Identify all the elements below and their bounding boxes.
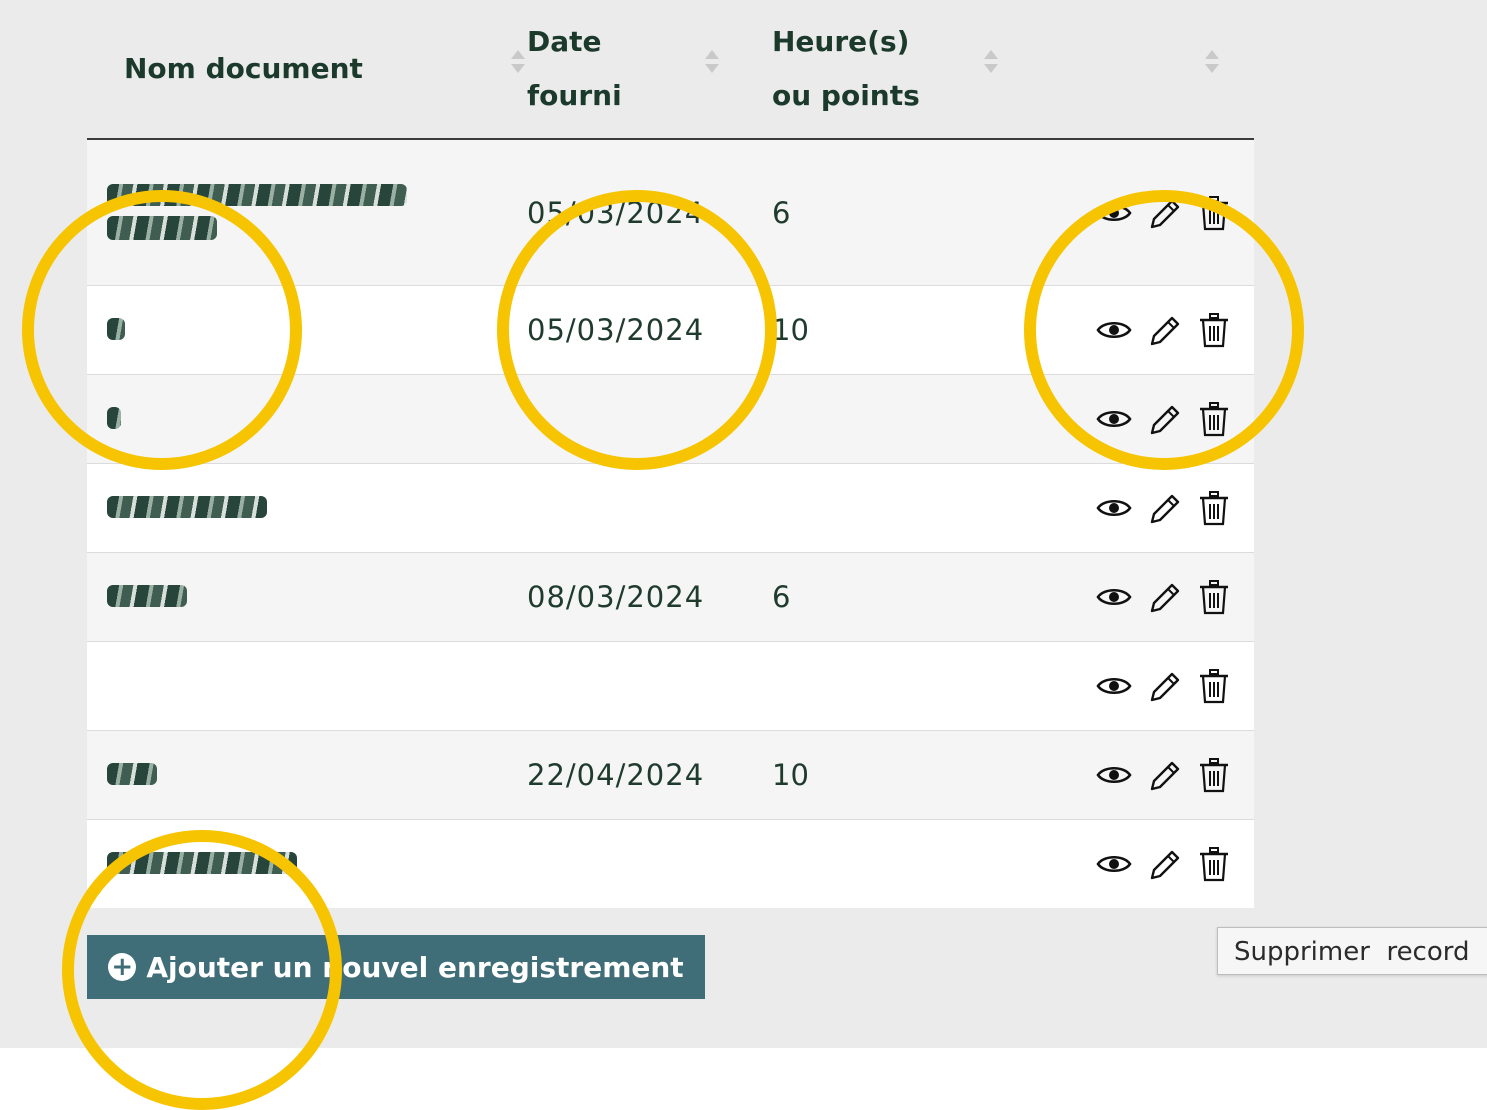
trash-icon[interactable] bbox=[1194, 399, 1234, 439]
date-cell bbox=[527, 463, 772, 553]
row-actions bbox=[994, 819, 1254, 908]
sort-icon[interactable] bbox=[511, 50, 525, 76]
plus-circle-icon: + bbox=[108, 953, 137, 981]
eye-icon[interactable] bbox=[1094, 193, 1134, 233]
redacted-document-name bbox=[107, 585, 187, 607]
date-header-line1: Date bbox=[527, 25, 602, 58]
date-cell: 05/03/2024 bbox=[527, 285, 772, 375]
eye-icon[interactable] bbox=[1094, 755, 1134, 795]
redacted-document-name bbox=[107, 215, 217, 240]
points-cell bbox=[772, 641, 994, 731]
date-cell: 08/03/2024 bbox=[527, 552, 772, 642]
column-header-actions[interactable] bbox=[994, 0, 1254, 140]
pencil-icon[interactable] bbox=[1144, 755, 1184, 795]
eye-icon[interactable] bbox=[1094, 310, 1134, 350]
column-header-points-label: Heure(s) ou points bbox=[772, 15, 920, 123]
redacted-document-name bbox=[107, 496, 267, 518]
trash-icon[interactable] bbox=[1194, 193, 1234, 233]
column-header-date[interactable]: Date fourni bbox=[527, 0, 772, 140]
document-name-cell bbox=[87, 819, 527, 908]
pencil-icon[interactable] bbox=[1144, 310, 1184, 350]
trash-icon[interactable] bbox=[1194, 666, 1234, 706]
table-row: 05/03/2024 10 bbox=[87, 285, 1254, 375]
trash-icon[interactable] bbox=[1194, 844, 1234, 884]
points-cell bbox=[772, 374, 994, 464]
points-cell: 6 bbox=[772, 138, 994, 286]
pencil-icon[interactable] bbox=[1144, 577, 1184, 617]
row-actions bbox=[994, 730, 1254, 820]
redacted-document-name bbox=[107, 763, 157, 785]
points-cell: 10 bbox=[772, 285, 994, 375]
table-row bbox=[87, 463, 1254, 553]
eye-icon[interactable] bbox=[1094, 577, 1134, 617]
table-header-row: Nom document Date fourni Heure(s) ou poi… bbox=[87, 0, 1254, 140]
table-row bbox=[87, 819, 1254, 908]
column-header-date-label: Date fourni bbox=[527, 15, 622, 123]
pencil-icon[interactable] bbox=[1144, 399, 1184, 439]
delete-tooltip: Supprimer record bbox=[1217, 927, 1487, 975]
date-cell bbox=[527, 641, 772, 731]
points-cell bbox=[772, 819, 994, 908]
row-actions bbox=[994, 138, 1254, 286]
eye-icon[interactable] bbox=[1094, 488, 1134, 528]
row-actions bbox=[994, 641, 1254, 731]
date-cell: 22/04/2024 bbox=[527, 730, 772, 820]
eye-icon[interactable] bbox=[1094, 399, 1134, 439]
trash-icon[interactable] bbox=[1194, 310, 1234, 350]
eye-icon[interactable] bbox=[1094, 844, 1134, 884]
table-row: 22/04/2024 10 bbox=[87, 730, 1254, 820]
column-header-name[interactable]: Nom document bbox=[87, 0, 527, 140]
document-name-cell bbox=[87, 138, 527, 286]
row-actions bbox=[994, 374, 1254, 464]
points-header-line1: Heure(s) bbox=[772, 25, 910, 58]
sort-icon[interactable] bbox=[705, 50, 719, 76]
row-actions bbox=[994, 552, 1254, 642]
points-cell: 10 bbox=[772, 730, 994, 820]
trash-icon[interactable] bbox=[1194, 488, 1234, 528]
document-name-cell bbox=[87, 285, 527, 375]
table-row bbox=[87, 374, 1254, 464]
document-name-cell bbox=[87, 730, 527, 820]
date-cell bbox=[527, 819, 772, 908]
trash-icon[interactable] bbox=[1194, 577, 1234, 617]
trash-icon[interactable] bbox=[1194, 755, 1234, 795]
add-record-label: Ajouter un nouvel enregistrement bbox=[146, 950, 684, 984]
column-header-name-label: Nom document bbox=[124, 52, 363, 85]
redacted-document-name bbox=[107, 852, 297, 874]
document-name-cell bbox=[87, 552, 527, 642]
pencil-icon[interactable] bbox=[1144, 666, 1184, 706]
date-cell: 05/03/2024 bbox=[527, 138, 772, 286]
row-actions bbox=[994, 463, 1254, 553]
document-name-cell bbox=[87, 463, 527, 553]
date-header-line2: fourni bbox=[527, 79, 622, 112]
pencil-icon[interactable] bbox=[1144, 193, 1184, 233]
table-row bbox=[87, 641, 1254, 731]
add-record-button[interactable]: + Ajouter un nouvel enregistrement bbox=[87, 935, 705, 999]
table-row: 08/03/2024 6 bbox=[87, 552, 1254, 642]
date-cell bbox=[527, 374, 772, 464]
documents-table: Nom document Date fourni Heure(s) ou poi… bbox=[87, 0, 1254, 908]
points-cell: 6 bbox=[772, 552, 994, 642]
row-actions bbox=[994, 285, 1254, 375]
sort-icon[interactable] bbox=[1205, 50, 1219, 76]
column-header-points[interactable]: Heure(s) ou points bbox=[772, 0, 998, 140]
redacted-document-name bbox=[107, 318, 125, 340]
points-cell bbox=[772, 463, 994, 553]
pencil-icon[interactable] bbox=[1144, 488, 1184, 528]
eye-icon[interactable] bbox=[1094, 666, 1134, 706]
redacted-document-name bbox=[107, 407, 121, 429]
points-header-line2: ou points bbox=[772, 79, 920, 112]
document-name-cell bbox=[87, 374, 527, 464]
pencil-icon[interactable] bbox=[1144, 844, 1184, 884]
redacted-document-name bbox=[107, 183, 407, 206]
document-name-cell bbox=[87, 641, 527, 731]
table-row: 05/03/2024 6 bbox=[87, 138, 1254, 286]
